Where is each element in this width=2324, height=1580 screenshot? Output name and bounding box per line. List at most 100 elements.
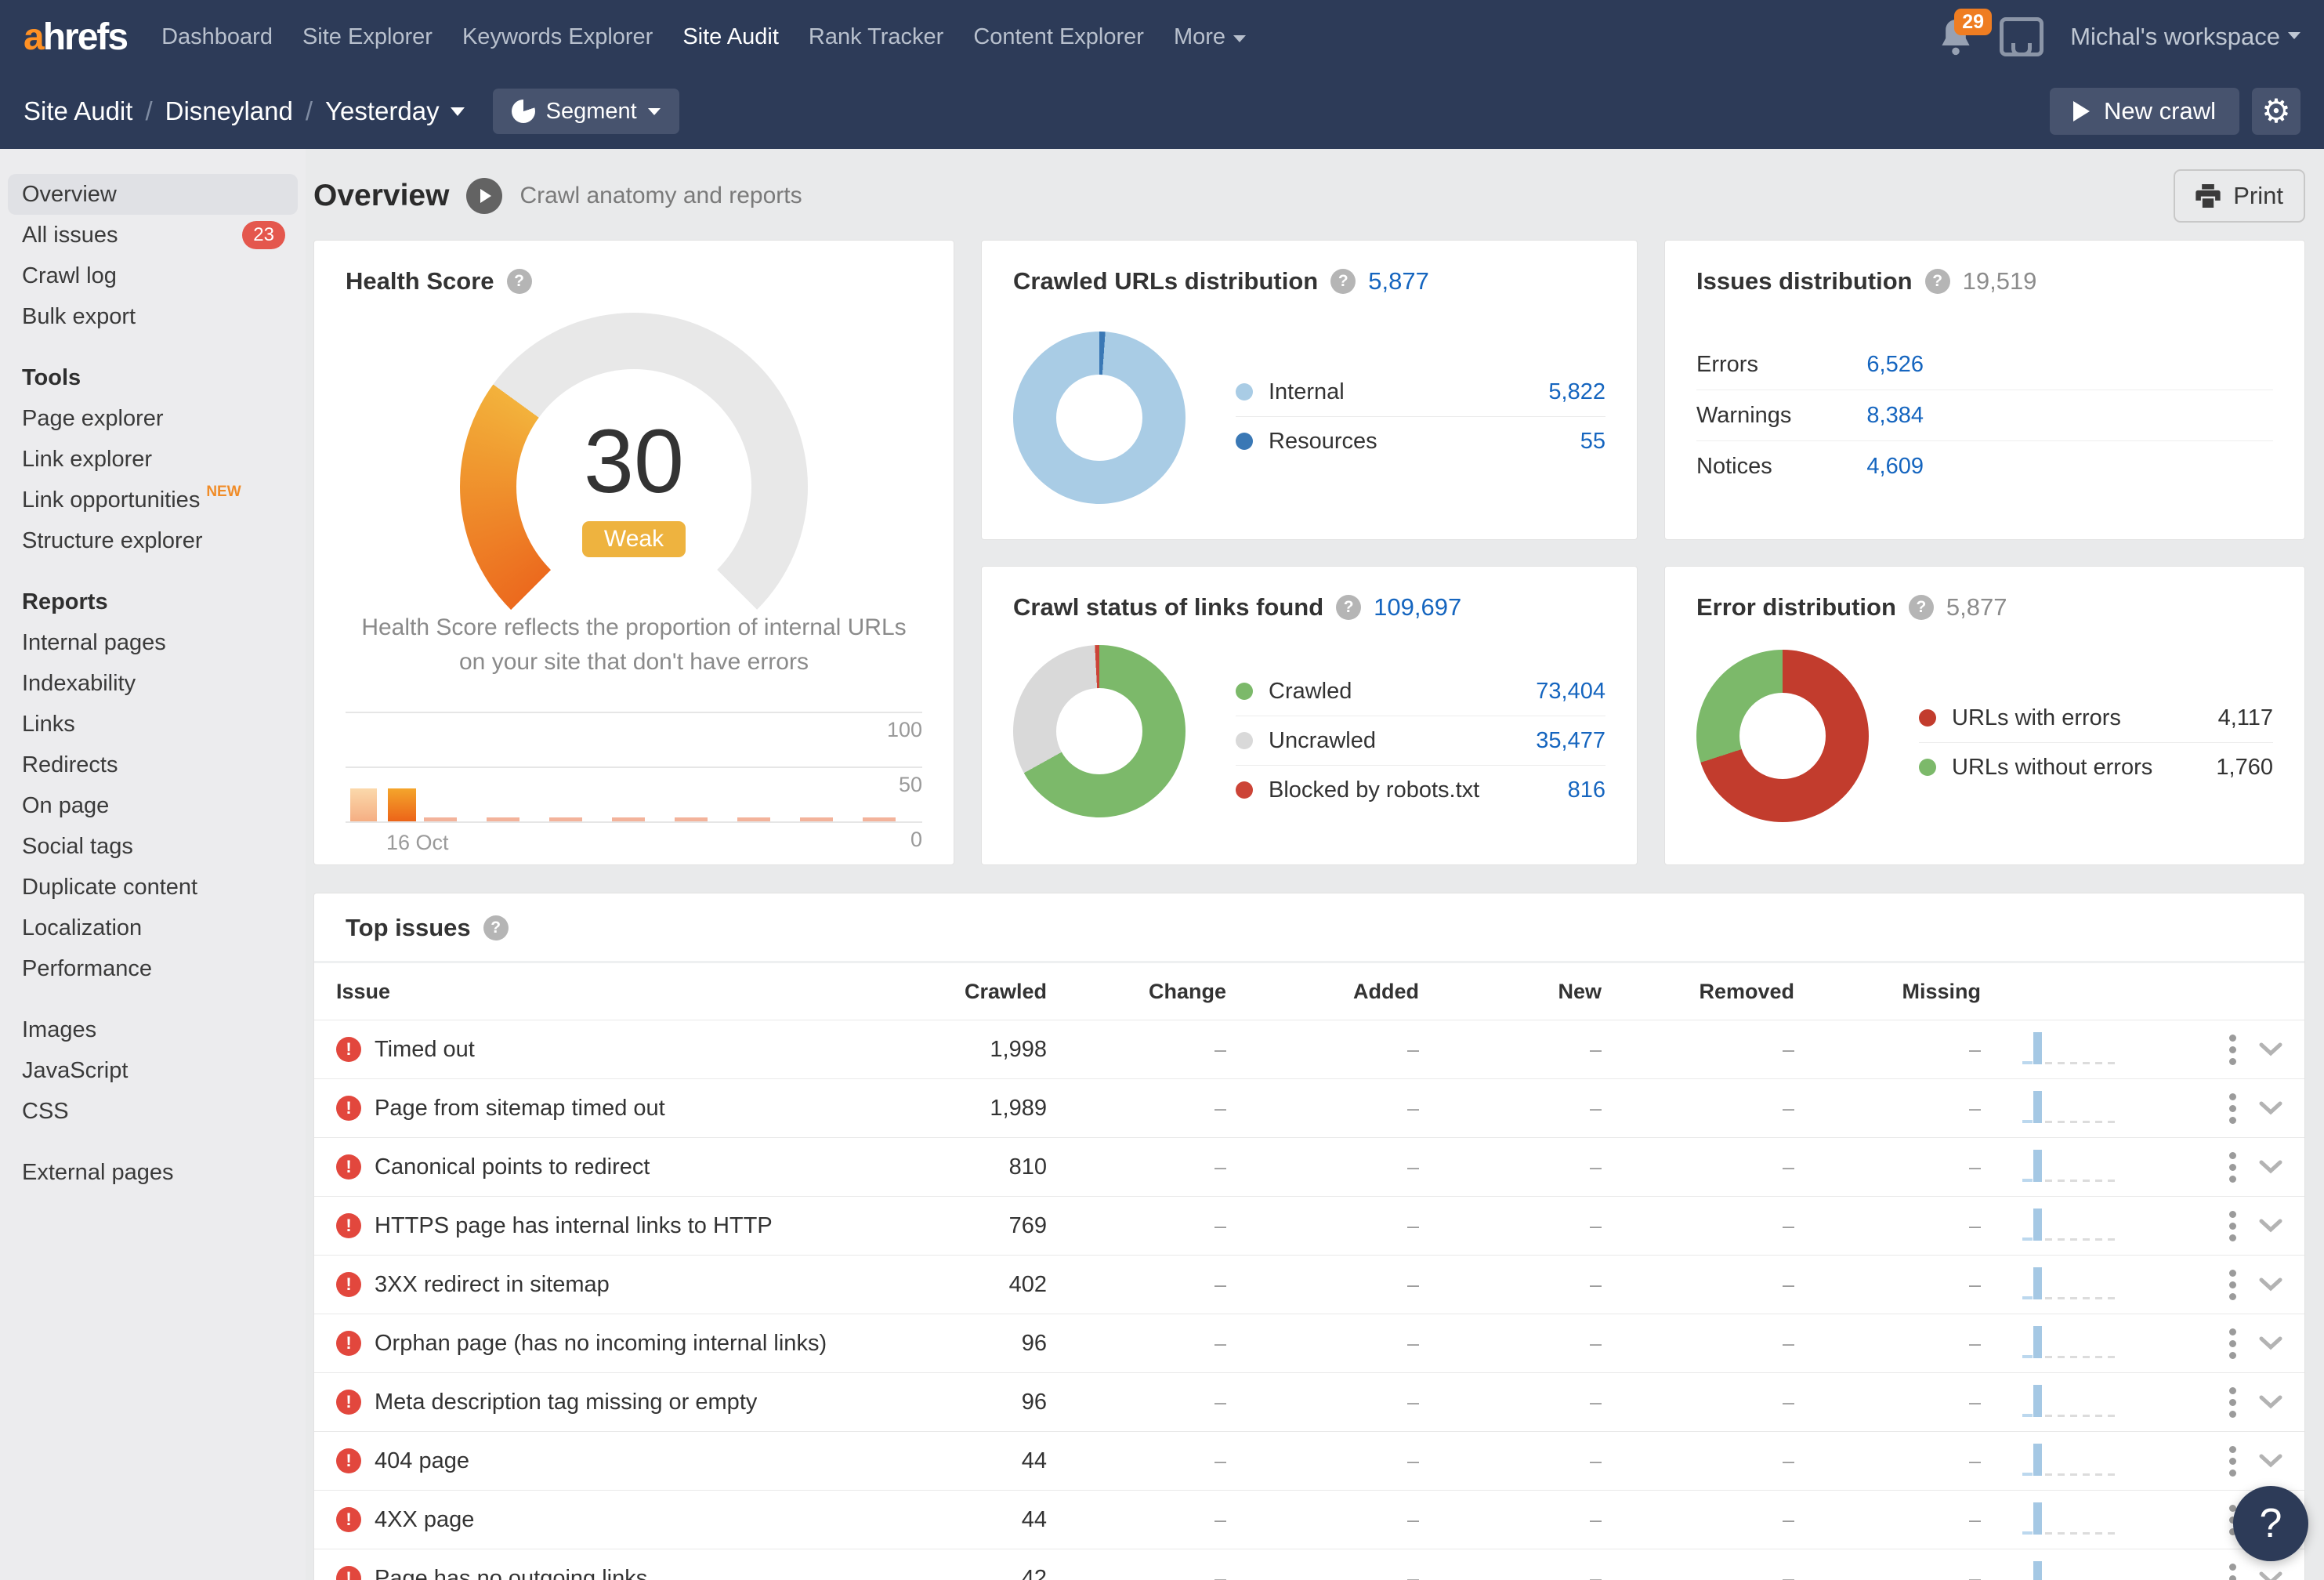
col-new[interactable]: New [1419,980,1602,1004]
sidebar-item-javascript[interactable]: JavaScript [0,1050,306,1091]
health-score-gauge: 30 Weak [460,313,808,661]
breadcrumb-crawl-date[interactable]: Yesterday [325,96,440,126]
uncrawled-count-link[interactable]: 35,477 [1536,728,1605,754]
sidebar-item-links[interactable]: Links [0,704,306,745]
help-question-icon[interactable]: ? [1908,595,1934,620]
segment-dropdown[interactable]: Segment [492,89,679,134]
play-video-icon[interactable] [466,178,503,214]
row-menu-kebab-icon[interactable] [2214,1328,2251,1359]
col-added[interactable]: Added [1226,980,1419,1004]
row-menu-kebab-icon[interactable] [2214,1386,2251,1418]
sidebar-item-duplicate-content[interactable]: Duplicate content [0,867,306,908]
errors-count-link[interactable]: 6,526 [1826,352,1924,378]
row-menu-kebab-icon[interactable] [2214,1210,2251,1241]
row-expand-chevron-icon[interactable] [2251,1219,2282,1233]
nav-dashboard[interactable]: Dashboard [161,24,273,50]
col-crawled[interactable]: Crawled [921,980,1047,1004]
resources-count-link[interactable]: 55 [1580,429,1605,455]
nav-more[interactable]: More [1174,24,1247,50]
sidebar-item-on-page[interactable]: On page [0,785,306,826]
links-found-total[interactable]: 109,697 [1374,593,1461,621]
sidebar-item-page-explorer[interactable]: Page explorer [0,398,306,439]
internal-count-link[interactable]: 5,822 [1548,379,1605,405]
new-value: – [1589,1331,1602,1355]
sidebar-item-structure-explorer[interactable]: Structure explorer [0,520,306,561]
sidebar-item-overview[interactable]: Overview [8,174,298,215]
sidebar-item-bulk-export[interactable]: Bulk export [0,296,306,337]
row-menu-kebab-icon[interactable] [2214,1093,2251,1124]
row-expand-chevron-icon[interactable] [2251,1042,2282,1056]
sidebar-item-external-pages[interactable]: External pages [0,1152,306,1193]
ahrefs-logo[interactable]: ahrefs [24,16,129,59]
row-expand-chevron-icon[interactable] [2251,1277,2282,1292]
settings-button[interactable]: ⚙ [2252,88,2300,135]
nav-keywords-explorer[interactable]: Keywords Explorer [462,24,653,50]
help-question-icon[interactable]: ? [1924,269,1950,294]
removed-value: – [1782,1507,1794,1531]
sidebar-item-localization[interactable]: Localization [0,908,306,948]
col-issue[interactable]: Issue [336,980,390,1004]
col-missing[interactable]: Missing [1794,980,1981,1004]
sidebar-item-internal-pages[interactable]: Internal pages [0,622,306,663]
help-question-icon[interactable]: ? [1336,595,1362,620]
sidebar-item-link-opportunities[interactable]: Link opportunities NEW [0,480,306,520]
crawled-urls-total[interactable]: 5,877 [1368,267,1429,295]
col-removed[interactable]: Removed [1602,980,1794,1004]
warnings-count-link[interactable]: 8,384 [1826,403,1924,429]
breadcrumb-project[interactable]: Disneyland [165,96,293,126]
print-button[interactable]: Print [2174,169,2305,223]
nav-content-explorer[interactable]: Content Explorer [973,24,1144,50]
sidebar-item-all-issues[interactable]: All issues 23 [0,215,306,255]
new-crawl-button[interactable]: New crawl [2050,88,2239,135]
nav-rank-tracker[interactable]: Rank Tracker [809,24,943,50]
main-nav: Dashboard Site Explorer Keywords Explore… [161,24,1247,50]
row-expand-chevron-icon[interactable] [2251,1571,2282,1580]
nav-site-audit[interactable]: Site Audit [682,24,779,50]
xtick-date: 16 Oct [386,831,449,854]
error-icon: ! [336,1390,361,1415]
row-expand-chevron-icon[interactable] [2251,1454,2282,1468]
sidebar-item-css[interactable]: CSS [0,1091,306,1132]
col-change[interactable]: Change [1047,980,1226,1004]
sidebar-item-performance[interactable]: Performance [0,948,306,989]
row-expand-chevron-icon[interactable] [2251,1395,2282,1409]
card-title: Crawled URLs distribution [1013,267,1319,295]
chevron-down-icon[interactable] [450,107,465,116]
sidebar-item-indexability[interactable]: Indexability [0,663,306,704]
sidebar-item-images[interactable]: Images [0,1009,306,1050]
issue-sparkline [2022,1498,2116,1542]
row-menu-kebab-icon[interactable] [2214,1034,2251,1065]
sidebar-item-redirects[interactable]: Redirects [0,745,306,785]
blocked-count-link[interactable]: 816 [1568,777,1605,803]
row-menu-kebab-icon[interactable] [2214,1151,2251,1183]
notices-count-link[interactable]: 4,609 [1826,454,1924,480]
sidebar-item-link-explorer[interactable]: Link explorer [0,439,306,480]
workspace-menu[interactable]: Michal's workspace [2070,23,2300,51]
nav-site-explorer[interactable]: Site Explorer [302,24,433,50]
crawled-value: 1,998 [990,1036,1047,1062]
sidebar-item-crawl-log[interactable]: Crawl log [0,255,306,296]
row-expand-chevron-icon[interactable] [2251,1160,2282,1174]
legend-dot [1919,709,1936,727]
sidebar: Overview All issues 23 Crawl log Bulk exp… [0,149,306,1580]
help-button[interactable]: ? [2233,1486,2308,1561]
help-question-icon[interactable]: ? [483,915,509,940]
legend-dot [1236,683,1253,700]
inbox-tray-icon[interactable] [2000,17,2044,56]
new-value: – [1589,1566,1602,1580]
breadcrumb-site-audit[interactable]: Site Audit [24,96,132,126]
sidebar-item-social-tags[interactable]: Social tags [0,826,306,867]
row-menu-kebab-icon[interactable] [2214,1445,2251,1477]
row-expand-chevron-icon[interactable] [2251,1101,2282,1115]
page-subtitle[interactable]: Crawl anatomy and reports [519,183,802,209]
ytick-0: 0 [910,828,922,851]
help-question-icon[interactable]: ? [1330,269,1356,294]
row-menu-kebab-icon[interactable] [2214,1269,2251,1300]
crawled-count-link[interactable]: 73,404 [1536,679,1605,705]
help-question-icon[interactable]: ? [506,269,532,294]
row-menu-kebab-icon[interactable] [2214,1563,2251,1580]
notifications-bell-icon[interactable]: 29 [1938,9,1993,56]
row-expand-chevron-icon[interactable] [2251,1336,2282,1350]
crawled-value: 44 [1021,1506,1047,1532]
issue-label: Canonical points to redirect [375,1154,650,1180]
